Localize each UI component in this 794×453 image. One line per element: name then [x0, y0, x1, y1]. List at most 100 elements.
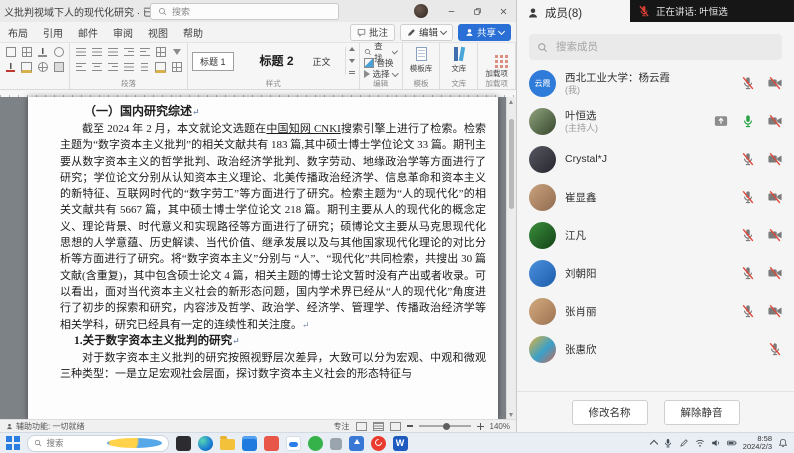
mic-muted-icon[interactable]: [741, 228, 755, 242]
music-app-icon[interactable]: [371, 436, 386, 451]
print-layout-icon[interactable]: [373, 422, 384, 431]
tab-review[interactable]: 审阅: [113, 25, 133, 40]
member-search-input[interactable]: [554, 40, 758, 54]
styles-gallery-expand-icon[interactable]: [349, 71, 355, 75]
taskbar-search[interactable]: 搜索: [27, 435, 169, 452]
member-row[interactable]: 云霞 西北工业大学：杨云霞 (我): [517, 64, 794, 102]
font-color-icon[interactable]: [4, 61, 17, 73]
comments-button[interactable]: 批注: [350, 24, 395, 41]
increase-indent-icon[interactable]: [138, 46, 151, 58]
styles-scroll-down-icon[interactable]: [349, 59, 355, 63]
phonetic-guide-icon[interactable]: [4, 46, 17, 58]
mic-muted-icon[interactable]: [638, 5, 650, 17]
tray-mic-icon[interactable]: [663, 438, 673, 448]
tab-layout[interactable]: 布局: [8, 25, 28, 40]
close-button[interactable]: [490, 0, 516, 22]
share-button[interactable]: 共享: [458, 24, 511, 41]
web-layout-icon[interactable]: [390, 422, 401, 431]
mic-muted-icon[interactable]: [741, 266, 755, 280]
align-left-icon[interactable]: [74, 61, 87, 73]
style-heading2[interactable]: 标题 2: [239, 51, 301, 72]
member-row[interactable]: 刘朝阳: [517, 254, 794, 292]
tab-view[interactable]: 视图: [148, 25, 168, 40]
asian-layout-icon[interactable]: [154, 46, 167, 58]
store-icon[interactable]: [242, 436, 257, 451]
camera-off-icon[interactable]: [768, 152, 782, 166]
replace-button[interactable]: 替换: [364, 57, 398, 68]
member-row[interactable]: 江凡: [517, 216, 794, 254]
editing-group-label[interactable]: 编辑: [364, 79, 398, 88]
find-button[interactable]: 查找: [364, 46, 398, 57]
library-button[interactable]: 文库 文库: [440, 43, 478, 89]
member-row[interactable]: 张肖丽: [517, 292, 794, 330]
zoom-in-button[interactable]: [477, 423, 484, 430]
green-app-icon[interactable]: [308, 436, 323, 451]
word-app-icon[interactable]: W: [393, 436, 408, 451]
read-mode-icon[interactable]: [356, 422, 367, 431]
cloud-drive-icon[interactable]: [286, 436, 301, 451]
tab-help[interactable]: 帮助: [183, 25, 203, 40]
mic-muted-icon[interactable]: [768, 342, 782, 356]
camera-off-icon[interactable]: [768, 114, 782, 128]
member-row[interactable]: 张惠欣: [517, 330, 794, 368]
zoom-level[interactable]: 140%: [490, 422, 510, 431]
tray-expand-icon[interactable]: [650, 440, 658, 448]
case-icon[interactable]: [52, 46, 65, 58]
tab-mailings[interactable]: 邮件: [78, 25, 98, 40]
document-scrollbar[interactable]: [506, 97, 516, 420]
select-button[interactable]: 选择: [364, 68, 398, 79]
template-gallery-button[interactable]: 模板库 模板: [403, 43, 441, 89]
volume-icon[interactable]: [711, 438, 721, 448]
addins-button[interactable]: 加载项 加载项: [478, 43, 516, 89]
clear-format-icon[interactable]: [36, 46, 49, 58]
bullet-list-icon[interactable]: [74, 46, 87, 58]
scrollbar-thumb[interactable]: [509, 119, 514, 209]
battery-icon[interactable]: [727, 438, 737, 448]
align-right-icon[interactable]: [106, 61, 119, 73]
mic-muted-icon[interactable]: [741, 152, 755, 166]
notifications-bell-icon[interactable]: [778, 438, 788, 448]
tray-pen-icon[interactable]: [679, 438, 689, 448]
red-app-icon[interactable]: [264, 436, 279, 451]
editing-mode-button[interactable]: 编辑: [400, 24, 453, 41]
edge-icon[interactable]: [198, 436, 213, 451]
camera-off-icon[interactable]: [768, 190, 782, 204]
enclose-character-icon[interactable]: [36, 61, 49, 73]
highlight-icon[interactable]: [20, 61, 33, 73]
style-normal[interactable]: 正文: [306, 53, 338, 70]
mic-muted-icon[interactable]: [741, 76, 755, 90]
numbered-list-icon[interactable]: [90, 46, 103, 58]
style-heading1[interactable]: 标题 1: [192, 52, 234, 71]
sort-icon[interactable]: [170, 46, 183, 58]
multilevel-list-icon[interactable]: [106, 46, 119, 58]
word-search-box[interactable]: 搜索: [150, 3, 339, 20]
zoom-slider[interactable]: [419, 425, 471, 427]
camera-off-icon[interactable]: [768, 266, 782, 280]
start-button[interactable]: [6, 436, 20, 450]
char-shading-icon[interactable]: [52, 61, 65, 73]
focus-mode-button[interactable]: 专注: [334, 421, 350, 432]
cnki-link[interactable]: 中国知网 CNKI: [266, 123, 340, 135]
restore-button[interactable]: [464, 0, 490, 22]
member-row[interactable]: 崔显鑫: [517, 178, 794, 216]
borders-icon[interactable]: [170, 61, 183, 73]
wifi-icon[interactable]: [695, 438, 705, 448]
zoom-out-button[interactable]: [407, 425, 413, 427]
accessibility-status[interactable]: 辅助功能: 一切就绪: [0, 421, 84, 432]
shading-icon[interactable]: [154, 61, 167, 73]
justify-icon[interactable]: [122, 61, 135, 73]
mic-muted-icon[interactable]: [741, 304, 755, 318]
unmute-button[interactable]: 解除静音: [664, 400, 740, 425]
mic-muted-icon[interactable]: [741, 190, 755, 204]
member-row[interactable]: Crystal*J: [517, 140, 794, 178]
file-explorer-icon[interactable]: [220, 439, 235, 450]
line-spacing-icon[interactable]: [138, 61, 151, 73]
rename-button[interactable]: 修改名称: [572, 400, 648, 425]
document-page[interactable]: （一）国内研究综述↵ 截至 2024 年 2 月，本文就论文选题在中国知网 CN…: [28, 97, 498, 420]
styles-scroll-up-icon[interactable]: [349, 47, 355, 51]
mic-active-icon[interactable]: [741, 114, 755, 128]
scroll-up-icon[interactable]: [509, 100, 513, 104]
tab-references[interactable]: 引用: [43, 25, 63, 40]
character-border-icon[interactable]: [20, 46, 33, 58]
align-center-icon[interactable]: [90, 61, 103, 73]
